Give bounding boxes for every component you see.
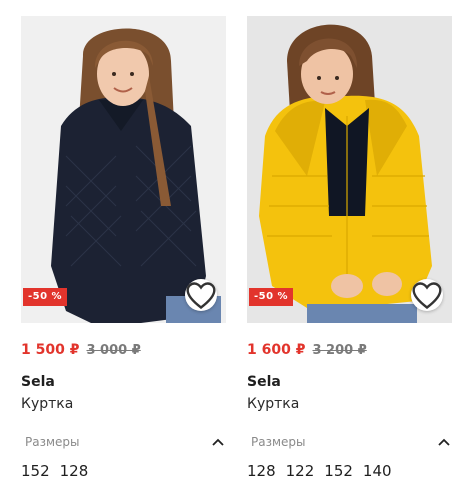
sizes-label: Размеры — [25, 435, 80, 449]
size-list: 128 122 152 140 — [247, 462, 452, 480]
product-type[interactable]: Куртка — [21, 396, 226, 412]
size-option[interactable]: 140 — [363, 462, 392, 480]
sizes-label: Размеры — [251, 435, 306, 449]
product-brand[interactable]: Sela — [21, 374, 226, 390]
chevron-up-icon[interactable] — [210, 434, 226, 450]
sizes-toggle[interactable]: Размеры — [21, 434, 226, 450]
discount-badge: -50 % — [23, 288, 68, 306]
current-price: 1 500 ₽ — [21, 342, 80, 358]
product-photo[interactable]: -50 % — [21, 16, 226, 323]
favorite-button[interactable] — [411, 279, 443, 311]
current-price: 1 600 ₽ — [247, 342, 306, 358]
chevron-up-icon[interactable] — [436, 434, 452, 450]
size-option[interactable]: 152 — [324, 462, 353, 480]
sizes-toggle[interactable]: Размеры — [247, 434, 452, 450]
product-type[interactable]: Куртка — [247, 396, 452, 412]
size-option[interactable]: 152 — [21, 462, 50, 480]
favorite-button[interactable] — [185, 279, 217, 311]
product-grid: -50 % 1 500 ₽ 3 000 ₽ Sela Куртка Размер… — [0, 0, 473, 500]
old-price: 3 200 ₽ — [312, 342, 367, 358]
product-card[interactable]: -50 % 1 500 ₽ 3 000 ₽ Sela Куртка Размер… — [21, 16, 226, 500]
heart-icon — [412, 281, 442, 309]
size-option[interactable]: 128 — [247, 462, 276, 480]
price-row: 1 500 ₽ 3 000 ₽ — [21, 341, 226, 359]
size-list: 152 128 — [21, 462, 226, 480]
old-price: 3 000 ₽ — [86, 342, 141, 358]
discount-badge: -50 % — [249, 288, 294, 306]
size-option[interactable]: 122 — [286, 462, 315, 480]
size-option[interactable]: 128 — [60, 462, 89, 480]
product-card[interactable]: -50 % 1 600 ₽ 3 200 ₽ Sela Куртка Размер… — [247, 16, 452, 500]
product-brand[interactable]: Sela — [247, 374, 452, 390]
price-row: 1 600 ₽ 3 200 ₽ — [247, 341, 452, 359]
product-photo[interactable]: -50 % — [247, 16, 452, 323]
heart-icon — [186, 281, 216, 309]
